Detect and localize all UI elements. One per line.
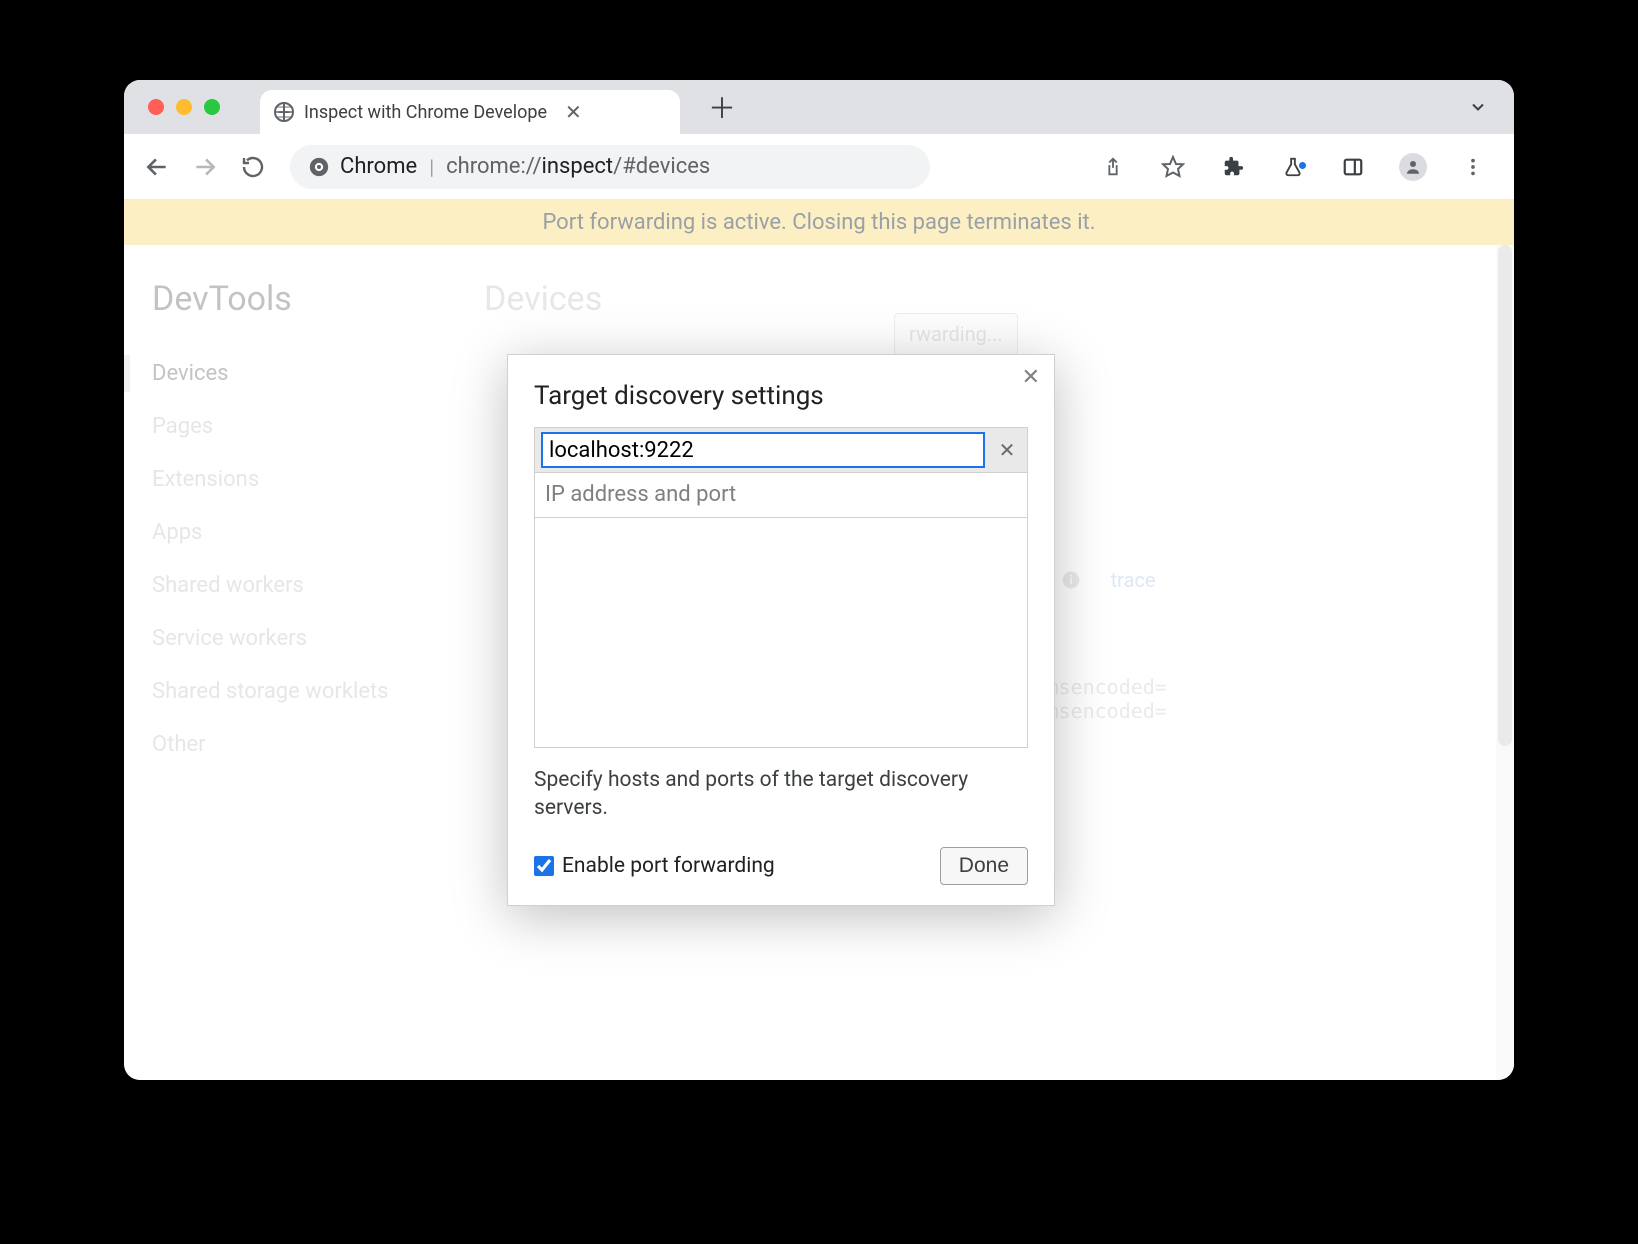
trace-link[interactable]: trace: [1111, 568, 1156, 592]
share-icon[interactable]: [1092, 146, 1134, 188]
window-close-icon[interactable]: [148, 99, 164, 115]
checkbox-label: Enable port forwarding: [562, 854, 775, 878]
discovery-new-row: [534, 472, 1028, 518]
dialog-footer: Enable port forwarding Done: [534, 847, 1028, 885]
sidebar-item-pages[interactable]: Pages: [152, 400, 454, 453]
side-panel-icon[interactable]: [1332, 146, 1374, 188]
checkbox-input[interactable]: [534, 856, 554, 876]
dialog-help-text: Specify hosts and ports of the target di…: [534, 766, 1028, 823]
sidebar-item-shared-workers[interactable]: Shared workers: [152, 559, 454, 612]
sidebar-item-shared-storage-worklets[interactable]: Shared storage worklets: [152, 665, 454, 718]
toolbar-actions: [1092, 146, 1502, 188]
reload-button[interactable]: [232, 146, 274, 188]
info-icon: [1061, 570, 1081, 590]
target-discovery-dialog: ✕ Target discovery settings ✕ Specify ho…: [507, 354, 1055, 906]
tab-strip: Inspect with Chrome Develope ✕ ＋: [124, 80, 1514, 134]
site-info-icon[interactable]: Chrome: [308, 154, 417, 179]
discovery-host-input[interactable]: [541, 432, 985, 468]
window-controls: [148, 99, 220, 115]
tab-title: Inspect with Chrome Develope: [304, 102, 547, 123]
bookmark-star-icon[interactable]: [1152, 146, 1194, 188]
tab-list-caret-icon[interactable]: [1468, 97, 1488, 117]
sidebar-item-extensions[interactable]: Extensions: [152, 453, 454, 506]
sidebar-title: DevTools: [152, 279, 454, 319]
browser-tab[interactable]: Inspect with Chrome Develope ✕: [260, 90, 680, 134]
sidebar: DevTools Devices Pages Extensions Apps S…: [124, 245, 454, 1080]
done-button[interactable]: Done: [940, 847, 1028, 885]
info-banner: Port forwarding is active. Closing this …: [124, 200, 1514, 245]
discovery-new-input[interactable]: [545, 482, 1017, 507]
tab-close-icon[interactable]: ✕: [565, 100, 582, 124]
remove-entry-icon[interactable]: ✕: [993, 436, 1021, 464]
browser-toolbar: Chrome | chrome://inspect/#devices: [124, 134, 1514, 200]
sidebar-item-service-workers[interactable]: Service workers: [152, 612, 454, 665]
back-button[interactable]: [136, 146, 178, 188]
extensions-icon[interactable]: [1212, 146, 1254, 188]
enable-port-forwarding-checkbox[interactable]: Enable port forwarding: [534, 854, 775, 878]
dialog-title: Target discovery settings: [534, 381, 1028, 411]
kebab-menu-icon[interactable]: [1452, 146, 1494, 188]
browser-window: Inspect with Chrome Develope ✕ ＋ Chrome …: [124, 80, 1514, 1080]
scheme-label: Chrome: [340, 154, 417, 179]
window-minimize-icon[interactable]: [176, 99, 192, 115]
globe-icon: [274, 102, 294, 122]
port-forwarding-button[interactable]: rwarding...: [894, 313, 1018, 355]
new-tab-button[interactable]: ＋: [708, 87, 736, 127]
window-zoom-icon[interactable]: [204, 99, 220, 115]
discovery-entry-row: ✕: [534, 427, 1028, 473]
profile-avatar[interactable]: [1392, 146, 1434, 188]
discovery-list-body: [534, 518, 1028, 748]
sidebar-item-devices[interactable]: Devices: [152, 347, 454, 400]
banner-text: Port forwarding is active. Closing this …: [542, 210, 1095, 235]
sidebar-item-other[interactable]: Other: [152, 718, 454, 771]
address-bar[interactable]: Chrome | chrome://inspect/#devices: [290, 145, 930, 189]
sidebar-item-apps[interactable]: Apps: [152, 506, 454, 559]
omnibox-separator: |: [429, 155, 434, 179]
forward-button[interactable]: [184, 146, 226, 188]
dialog-close-icon[interactable]: ✕: [1022, 365, 1040, 390]
omnibox-url: chrome://inspect/#devices: [446, 154, 710, 179]
labs-flask-icon[interactable]: [1272, 146, 1314, 188]
